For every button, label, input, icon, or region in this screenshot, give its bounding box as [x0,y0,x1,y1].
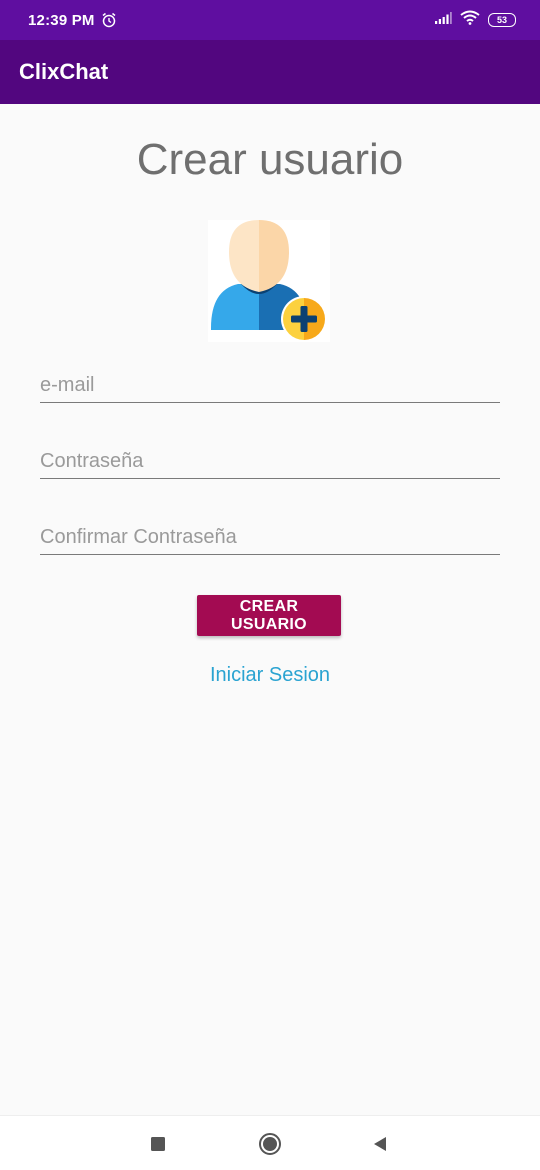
battery-icon: 53 [488,13,516,27]
navigation-bar [0,1115,540,1170]
email-input[interactable] [40,369,500,401]
signal-icon [434,11,452,30]
alarm-icon [101,12,117,28]
screen: 12:39 PM 53 ClixChat Crear usuario e-mai… [0,0,540,1170]
add-user-icon[interactable] [208,220,330,342]
home-icon[interactable] [240,1116,300,1170]
battery-level: 53 [488,13,516,27]
confirm-password-input[interactable] [40,521,500,553]
create-user-button[interactable]: CREAR USUARIO [197,595,341,636]
page-title: Crear usuario [136,135,404,184]
status-icons: 53 [434,10,516,30]
password-input[interactable] [40,445,500,477]
login-link[interactable]: Iniciar Sesion [0,664,540,687]
wifi-icon [460,10,480,30]
password-field[interactable] [40,445,500,479]
app-bar: ClixChat [0,40,540,104]
back-icon[interactable] [350,1116,410,1170]
status-bar: 12:39 PM 53 [0,0,540,40]
app-title: ClixChat [19,59,109,84]
confirm-password-field[interactable] [40,521,500,555]
recent-apps-icon[interactable] [128,1116,188,1170]
status-time: 12:39 PM [28,11,95,29]
email-field[interactable] [40,369,500,403]
